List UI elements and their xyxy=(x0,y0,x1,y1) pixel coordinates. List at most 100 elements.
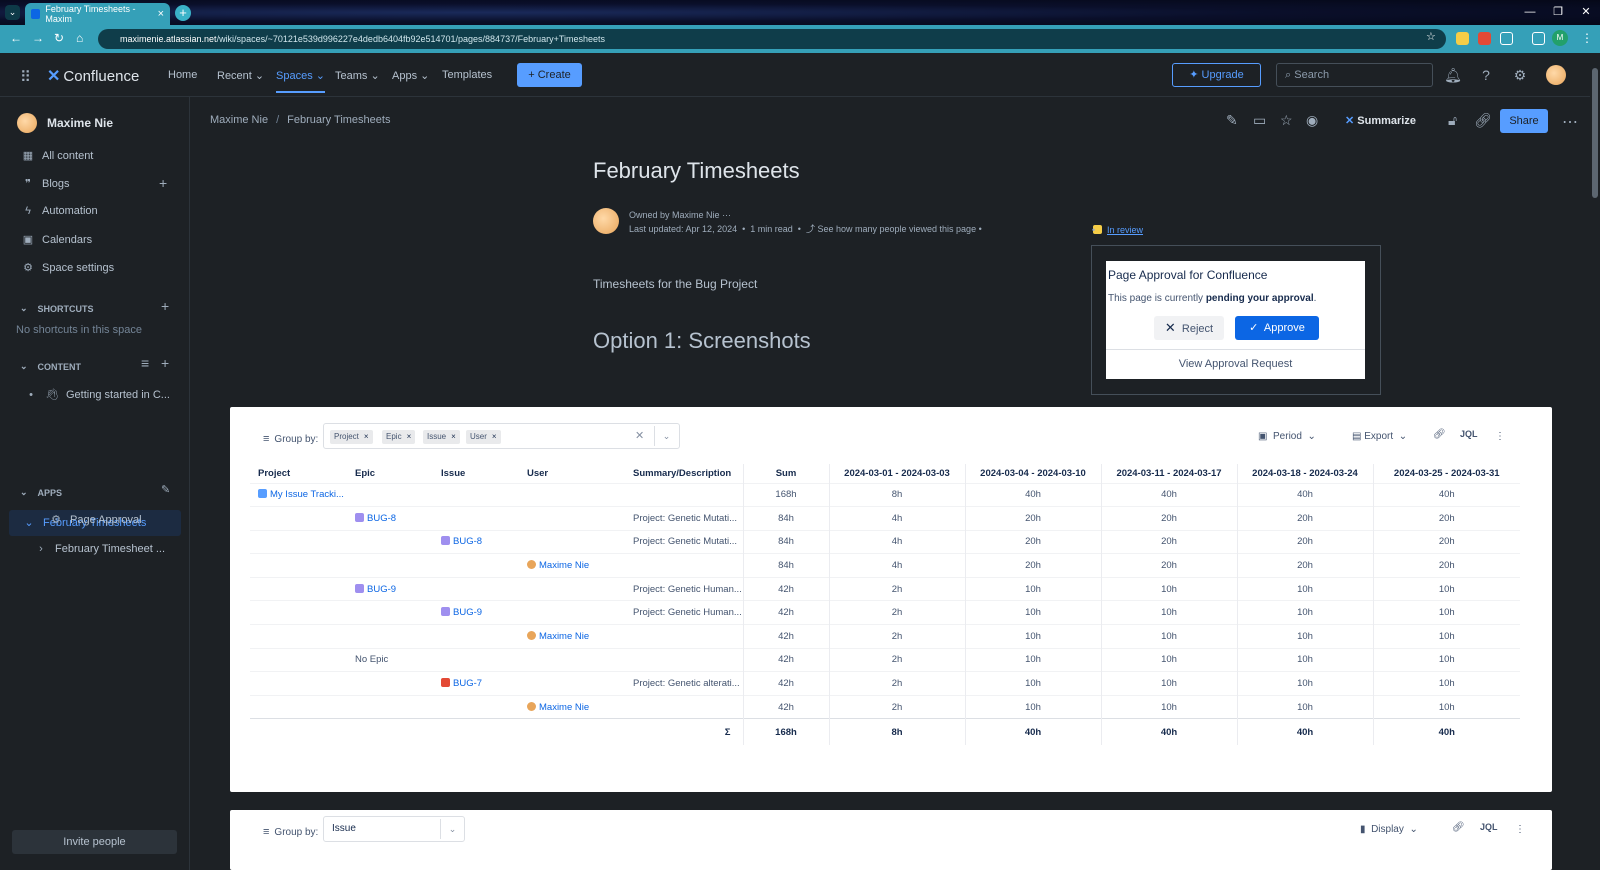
star-icon[interactable]: ☆ xyxy=(1280,112,1293,129)
add-blog-icon[interactable]: + xyxy=(159,175,167,191)
nav-recent[interactable]: Recent ⌄ xyxy=(217,69,264,82)
col-week-5[interactable]: 2024-03-25 - 2024-03-31 xyxy=(1372,464,1520,483)
create-button[interactable]: + Create xyxy=(517,63,582,87)
content-section[interactable]: ⌄ CONTENT xyxy=(20,361,81,372)
remove-chip-icon[interactable]: × xyxy=(492,432,497,441)
invite-people-button[interactable]: Invite people xyxy=(12,830,177,854)
sidebar-item-calendars[interactable]: ▣ Calendars xyxy=(20,233,92,247)
close-tab-icon[interactable]: × xyxy=(158,8,164,20)
user-link[interactable]: Maxime Nie xyxy=(527,701,589,713)
col-week-2[interactable]: 2024-03-04 - 2024-03-10 xyxy=(964,464,1101,483)
space-header[interactable]: Maxime Nie xyxy=(17,113,113,133)
new-tab-button[interactable]: + xyxy=(175,5,191,21)
project-link[interactable]: My Issue Tracki... xyxy=(258,489,344,500)
sidebar-item-all-content[interactable]: ▦ All content xyxy=(20,149,94,163)
help-icon[interactable]: ? xyxy=(1477,66,1495,84)
owner-avatar[interactable] xyxy=(593,208,619,234)
view-approval-request-link[interactable]: View Approval Request xyxy=(1106,349,1365,379)
breadcrumb-space[interactable]: Maxime Nie xyxy=(210,114,268,126)
confluence-logo[interactable]: ✕ Confluence xyxy=(47,66,139,86)
remove-chip-icon[interactable]: × xyxy=(364,432,369,441)
user-link[interactable]: Maxime Nie xyxy=(527,630,589,642)
reading-list-icon[interactable] xyxy=(1532,32,1545,45)
chevron-down-icon[interactable]: ⌄ xyxy=(440,819,464,839)
user-avatar[interactable] xyxy=(1546,65,1566,85)
tab-menu-button[interactable]: ⌄ xyxy=(5,5,20,20)
summarize-button[interactable]: ✕ Summarize xyxy=(1345,114,1416,127)
remove-chip-icon[interactable]: × xyxy=(451,432,456,441)
edit-pencil-icon[interactable]: ✎ xyxy=(1226,112,1238,129)
reload-icon[interactable]: ↻ xyxy=(54,31,64,45)
sidebar-item-space-settings[interactable]: ⚙ Space settings xyxy=(20,261,114,275)
home-icon[interactable]: ⌂ xyxy=(76,31,83,45)
sidebar-app-page-approval[interactable]: ⚙ Page Approval xyxy=(48,513,142,527)
period-dropdown[interactable]: ▣ Period ⌄ xyxy=(1258,431,1316,442)
remove-chip-icon[interactable]: × xyxy=(407,432,412,441)
export-dropdown[interactable]: ▤ Export ⌄ xyxy=(1352,431,1407,442)
page-views-link[interactable]: See how many people viewed this page xyxy=(817,224,976,234)
more-byline-icon[interactable]: ··· xyxy=(722,210,731,220)
back-icon[interactable]: ← xyxy=(10,31,22,45)
approve-button[interactable]: ✓ Approve xyxy=(1235,316,1319,340)
display-dropdown[interactable]: ▮ Display ⌄ xyxy=(1360,824,1418,835)
epic-link[interactable]: BUG-8 xyxy=(355,512,396,524)
sidebar-content-february-timesheet-child[interactable]: › February Timesheet ... xyxy=(33,543,165,555)
link-icon[interactable]: 🔗︎ xyxy=(1452,822,1465,833)
nav-home[interactable]: Home xyxy=(168,69,197,81)
issue-link[interactable]: BUG-7 xyxy=(441,678,482,689)
chevron-down-icon[interactable]: ⌄ xyxy=(654,426,678,446)
sidebar-item-automation[interactable]: ϟ Automation xyxy=(20,205,98,217)
col-sum[interactable]: Sum xyxy=(742,464,829,483)
share-button[interactable]: Share xyxy=(1500,109,1548,133)
issue-link[interactable]: BUG-8 xyxy=(441,536,482,547)
edit-apps-pencil-icon[interactable]: ✎ xyxy=(161,483,170,496)
col-week-3[interactable]: 2024-03-11 - 2024-03-17 xyxy=(1100,464,1237,483)
col-week-1[interactable]: 2024-03-01 - 2024-03-03 xyxy=(828,464,965,483)
search-input[interactable]: ⌕ Search xyxy=(1276,63,1433,87)
browser-menu-icon[interactable]: ⋮ xyxy=(1581,31,1593,45)
close-window-icon[interactable]: ✕ xyxy=(1572,0,1600,25)
breadcrumb-page[interactable]: February Timesheets xyxy=(287,114,390,126)
col-user[interactable]: User xyxy=(519,464,625,483)
jql-button[interactable]: JQL xyxy=(1460,429,1478,439)
copy-link-icon[interactable]: 🔗︎ xyxy=(1474,112,1492,129)
owned-by[interactable]: Owned by Maxime Nie xyxy=(629,210,720,220)
watch-eye-icon[interactable]: ◉ xyxy=(1306,112,1318,129)
comment-icon[interactable]: ▭ xyxy=(1253,112,1266,129)
epic-link[interactable]: BUG-9 xyxy=(355,583,396,595)
col-week-4[interactable]: 2024-03-18 - 2024-03-24 xyxy=(1236,464,1373,483)
reject-button[interactable]: ✕ Reject xyxy=(1154,316,1224,340)
shortcuts-section[interactable]: ⌄ SHORTCUTS xyxy=(20,303,94,314)
restrictions-lock-icon[interactable]: 🔓︎ xyxy=(1448,112,1457,129)
nav-templates[interactable]: Templates xyxy=(442,69,492,81)
apps-section[interactable]: ⌄ APPS xyxy=(20,487,62,498)
profile-avatar[interactable]: M xyxy=(1552,30,1568,46)
more-options-icon[interactable]: ⋮ xyxy=(1515,824,1525,835)
browser-tab[interactable]: February Timesheets - Maxim × xyxy=(25,3,170,25)
group-by-select[interactable]: Project × Epic × Issue × User × ✕ ⌄ xyxy=(323,423,680,449)
col-summary[interactable]: Summary/Description xyxy=(625,464,743,483)
upgrade-button[interactable]: ✦ Upgrade xyxy=(1172,63,1261,87)
minimize-icon[interactable]: — xyxy=(1516,0,1544,25)
nav-spaces[interactable]: Spaces ⌄ xyxy=(276,69,325,93)
col-issue[interactable]: Issue xyxy=(433,464,519,483)
extension-icon[interactable] xyxy=(1456,32,1469,45)
sidebar-item-blogs[interactable]: ❞ Blogs xyxy=(20,177,70,191)
nav-teams[interactable]: Teams ⌄ xyxy=(335,69,380,82)
page-scrollbar[interactable] xyxy=(1590,53,1600,870)
add-shortcut-icon[interactable]: + xyxy=(161,298,169,314)
nav-apps[interactable]: Apps ⌄ xyxy=(392,69,429,82)
more-options-icon[interactable]: ⋮ xyxy=(1495,431,1505,442)
group-by-select-2[interactable]: Issue ⌄ xyxy=(323,816,465,842)
jql-button[interactable]: JQL xyxy=(1480,822,1498,832)
col-project[interactable]: Project xyxy=(250,464,347,483)
status-badge[interactable]: In review xyxy=(1093,225,1143,235)
bookmark-star-icon[interactable]: ☆ xyxy=(1426,30,1436,43)
app-switcher-icon[interactable]: ⠿ xyxy=(20,68,32,86)
url-field[interactable]: maximenie.atlassian.net/wiki/spaces/~701… xyxy=(98,29,1446,49)
sidebar-content-getting-started[interactable]: • 👋︎ Getting started in C... xyxy=(24,388,170,402)
extension-icon[interactable] xyxy=(1478,32,1491,45)
issue-link[interactable]: BUG-9 xyxy=(441,607,482,618)
col-epic[interactable]: Epic xyxy=(347,464,433,483)
add-content-icon[interactable]: + xyxy=(161,355,169,371)
